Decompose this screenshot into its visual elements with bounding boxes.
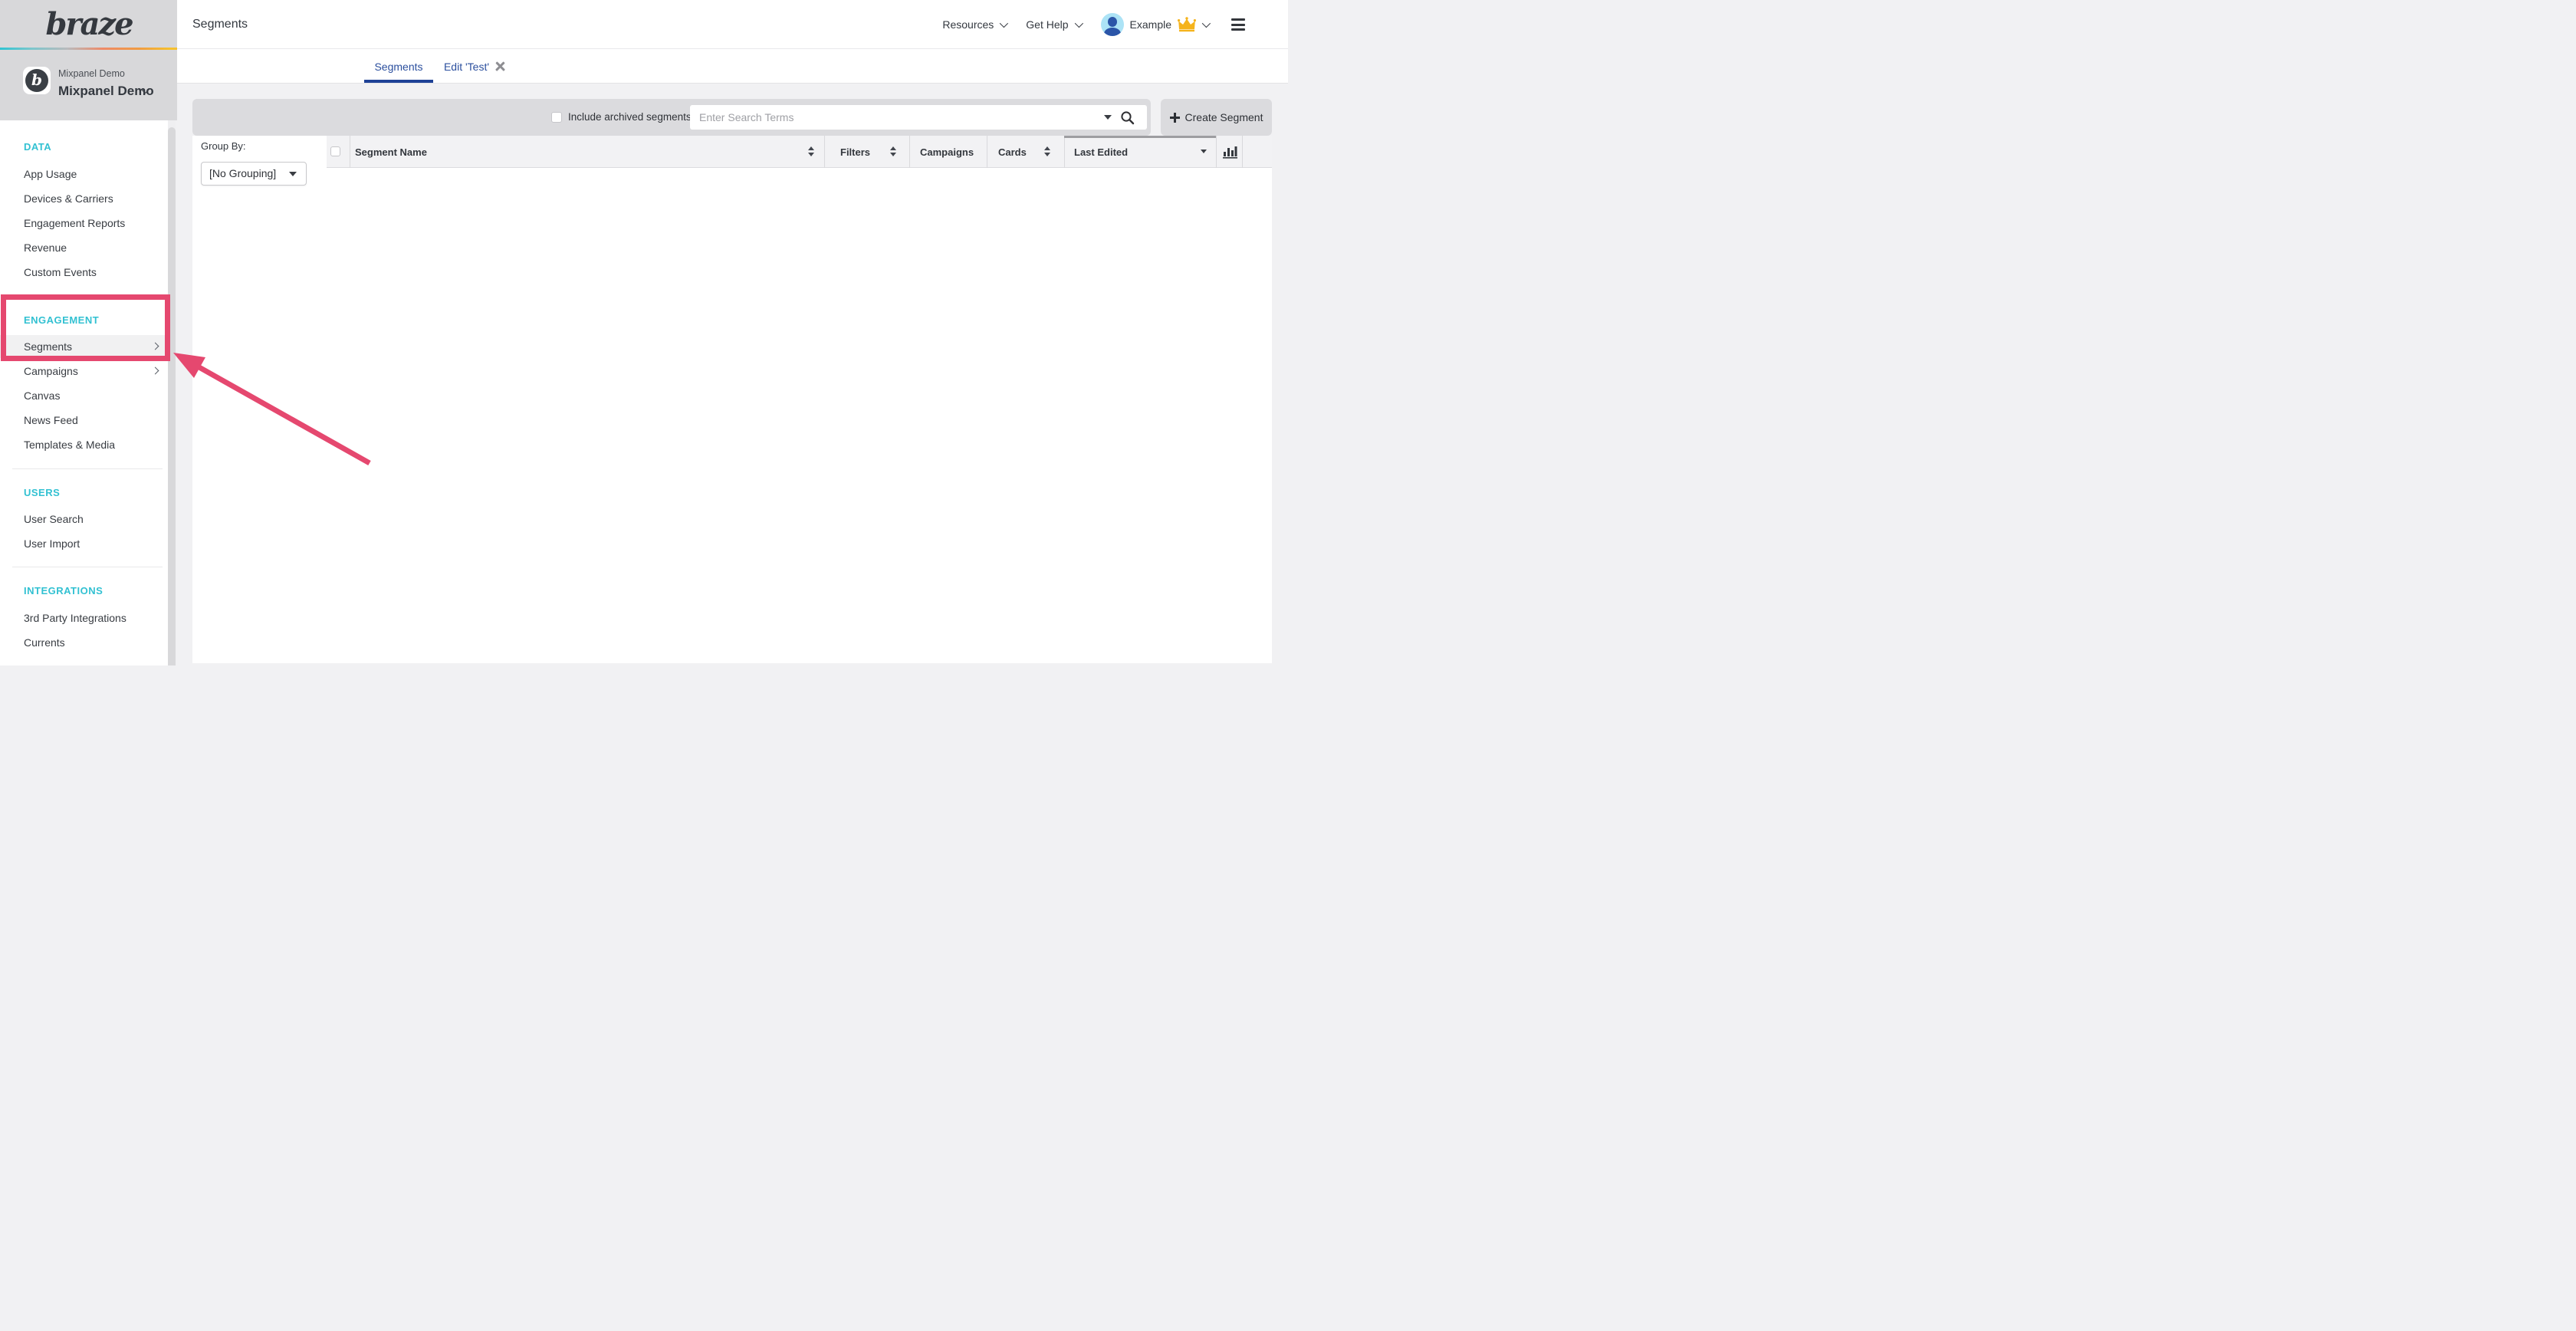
sidebar-scrollbar-thumb[interactable] [168,127,176,666]
sidebar-item-3rd-party-integrations[interactable]: 3rd Party Integrations [0,606,168,629]
braze-dashboard: Segments Resources Get Help Example [0,0,1288,666]
select-all-checkbox[interactable] [330,146,340,156]
sidebar-item-templates-media[interactable]: Templates & Media [0,433,168,456]
sidebar-item-devices-carriers[interactable]: Devices & Carriers [0,187,168,210]
tab-segments[interactable]: Segments [364,49,433,84]
chevron-down-icon [1074,19,1083,28]
page-title: Segments [192,0,248,49]
create-segment-button[interactable]: Create Segment [1161,99,1272,136]
workspace-app-letter: b [25,69,48,92]
top-bar-right: Resources Get Help Example [942,0,1245,49]
sidebar-item-currents[interactable]: Currents [0,631,168,654]
search-dropdown-caret-icon[interactable] [1104,115,1112,120]
sidebar-item-segments[interactable]: Segments [0,335,168,358]
sidebar-item-revenue[interactable]: Revenue [0,236,168,259]
group-by-panel: Group By: [No Grouping] [192,136,327,663]
segments-filter-bar: Include archived segments [192,99,1151,136]
braze-logo-text: braze [45,6,133,42]
sidebar-item-label: Campaigns [24,365,78,377]
section-header-engagement: ENGAGEMENT [24,313,99,328]
active-tab-indicator [364,80,433,83]
section-header-integrations: INTEGRATIONS [24,583,103,599]
tab-label: Edit 'Test' [444,61,489,73]
sidebar-item-canvas[interactable]: Canvas [0,384,168,407]
divider [12,468,163,469]
group-by-label: Group By: [201,140,246,152]
column-label: Segment Name [355,146,427,158]
workspace-app-icon: b [23,67,51,94]
column-header-segment-name[interactable]: Segment Name [355,136,427,168]
sidebar-item-app-usage[interactable]: App Usage [0,163,168,186]
group-by-select[interactable]: [No Grouping] [201,162,307,186]
workspace-label: Mixpanel Demo [58,68,125,79]
braze-logo[interactable]: braze [0,0,177,48]
get-help-label: Get Help [1026,18,1068,31]
crown-icon [1178,17,1196,32]
include-archived-checkbox[interactable] [551,112,562,123]
sort-icon[interactable] [808,146,814,156]
sidebar-item-user-import[interactable]: User Import [0,532,168,555]
group-by-value: [No Grouping] [209,167,276,179]
column-header-filters[interactable]: Filters [840,136,870,168]
column-divider [909,136,910,168]
plus-icon [1170,113,1180,123]
divider [12,296,163,297]
sort-icon[interactable] [1044,146,1050,156]
sort-desc-caret-icon[interactable] [1201,150,1207,153]
tab-bar: Segments Edit 'Test' [177,49,1288,84]
column-header-last-edited[interactable]: Last Edited [1074,136,1128,168]
sidebar-item-custom-events[interactable]: Custom Events [0,261,168,284]
sidebar-item-campaigns[interactable]: Campaigns [0,360,168,383]
user-menu[interactable]: Example [1101,13,1208,36]
workspace-selector[interactable]: Mixpanel Demo [58,84,154,99]
sort-icon[interactable] [890,146,896,156]
column-label: Last Edited [1074,146,1128,158]
search-field [690,105,1147,130]
sidebar-item-news-feed[interactable]: News Feed [0,409,168,432]
chevron-right-icon [152,367,159,375]
avatar [1101,13,1124,36]
user-name: Example [1130,18,1171,31]
column-divider [824,136,825,168]
column-divider [1216,136,1217,168]
include-archived-label: Include archived segments [568,99,692,136]
resources-label: Resources [942,18,994,31]
tab-edit-test[interactable]: Edit 'Test' [438,49,511,84]
close-tab-icon[interactable] [495,61,505,71]
select-caret-icon [289,172,297,176]
column-divider [1242,136,1243,168]
search-input[interactable] [690,105,1147,130]
sidebar-header: braze b Mixpanel Demo Mixpanel Demo [0,0,177,120]
chevron-down-icon [1000,19,1008,28]
search-icon[interactable] [1120,110,1135,125]
chevron-down-icon [1202,19,1211,28]
tab-label: Segments [374,61,422,73]
brand-gradient-divider [0,48,177,50]
segments-table: Segment Name Filters Campaigns Cards Las… [327,136,1272,663]
section-header-data: DATA [24,140,51,155]
column-header-campaigns[interactable]: Campaigns [920,136,974,168]
hamburger-menu-icon[interactable] [1231,18,1245,31]
column-header-cards[interactable]: Cards [998,136,1027,168]
section-header-users: USERS [24,485,60,501]
column-label: Filters [840,146,870,158]
bar-chart-icon[interactable] [1222,145,1237,159]
column-divider [1064,136,1065,168]
sidebar-item-label: Segments [24,340,72,353]
column-label: Campaigns [920,146,974,158]
sidebar-item-user-search[interactable]: User Search [0,508,168,531]
column-label: Cards [998,146,1027,158]
get-help-menu[interactable]: Get Help [1026,18,1080,31]
sidebar-item-engagement-reports[interactable]: Engagement Reports [0,212,168,235]
chevron-right-icon [152,343,159,350]
top-bar: Segments Resources Get Help Example [177,0,1288,49]
table-header-row: Segment Name Filters Campaigns Cards Las… [327,136,1272,168]
create-segment-label: Create Segment [1185,111,1263,123]
resources-menu[interactable]: Resources [942,18,1006,31]
